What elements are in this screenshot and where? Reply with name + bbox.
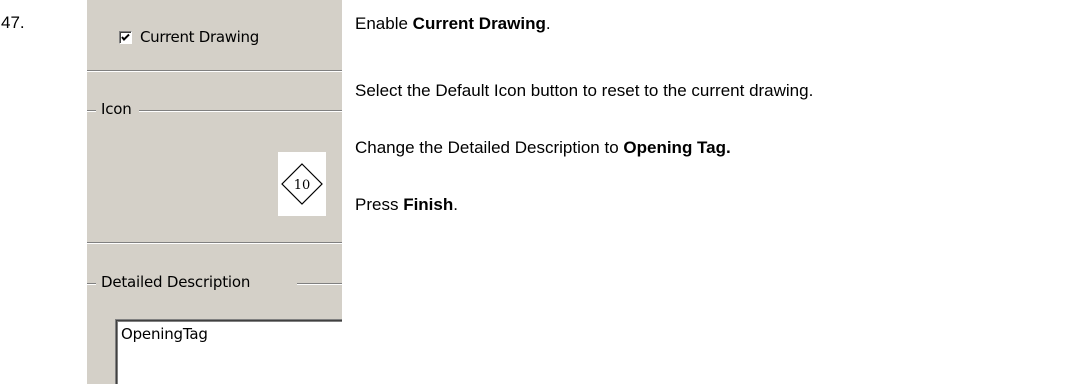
icon-group-title: Icon [99,100,134,118]
detailed-description-textarea[interactable]: OpeningTag [116,320,342,384]
current-drawing-checkbox[interactable] [119,30,132,44]
icon-group-border-left [87,110,96,112]
icon-group-border [139,110,342,112]
checkmark-icon [121,33,130,41]
instruction-line: Select the Default Icon button to reset … [355,81,814,100]
icon-text: 10 [294,178,311,193]
description-group-title: Detailed Description [99,273,253,291]
step-number: 47. [1,13,25,32]
current-drawing-label: Current Drawing [140,28,259,46]
instruction-line: Enable Current Drawing. [355,14,551,33]
current-drawing-checkbox-row[interactable]: Current Drawing [119,27,259,47]
instruction-line: Change the Detailed Description to Openi… [355,138,731,157]
separator [87,70,342,72]
instruction-line: Press Finish. [355,195,458,214]
dialog-screenshot: Current Drawing Icon 10 Detailed Descrip… [87,0,342,384]
diamond-tag-icon: 10 [281,163,323,205]
separator [87,242,342,244]
description-group-border [297,283,342,285]
icon-preview: 10 [278,152,326,216]
description-group-border-left [87,283,96,285]
